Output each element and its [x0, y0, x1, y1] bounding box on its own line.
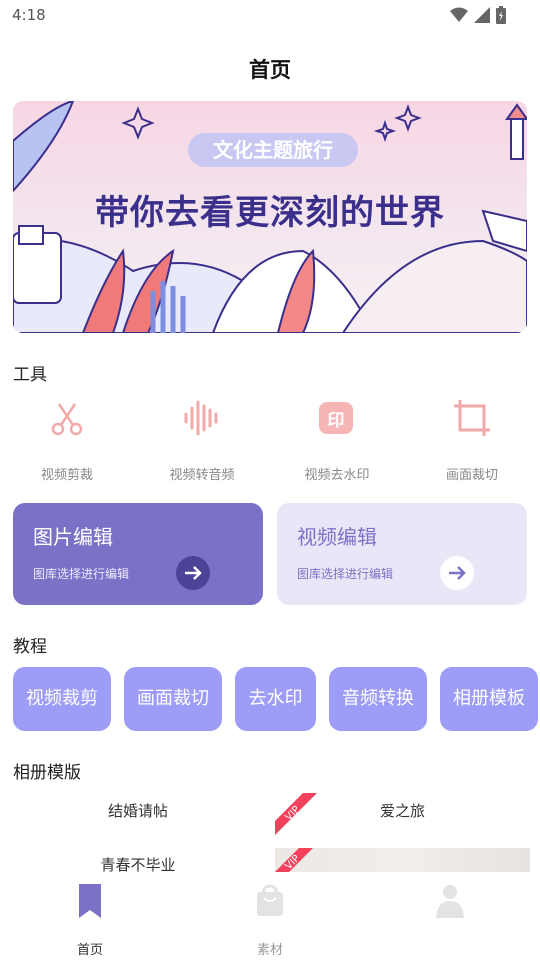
wifi-icon [450, 7, 468, 22]
tutorials-section-title: 教程 [13, 637, 47, 657]
person-icon [436, 885, 464, 918]
card-title: 视频编辑 [297, 525, 377, 549]
arrow-right-icon [449, 566, 466, 580]
nav-item-profile[interactable] [390, 872, 510, 939]
chip-album-template[interactable]: 相册模板 [440, 667, 538, 731]
status-bar: 4:18 [0, 0, 540, 32]
tool-video-to-audio[interactable]: 视频转音频 [137, 398, 267, 483]
chip-audio-convert[interactable]: 音频转换 [329, 667, 427, 731]
banner-pill: 文化主题旅行 [188, 133, 358, 167]
status-time: 4:18 [12, 6, 46, 24]
vip-badge: VIP [275, 793, 317, 835]
tool-video-trim[interactable]: 视频剪裁 [2, 398, 132, 483]
video-edit-card[interactable]: 视频编辑 图库选择进行编辑 [277, 503, 527, 605]
signal-icon [474, 7, 490, 23]
tools-grid: 视频剪裁 视频转音频 印 视频去水印 画面裁切 [0, 398, 540, 488]
arrow-right-icon [185, 566, 202, 580]
tools-section-title: 工具 [13, 365, 47, 385]
arrow-right-button[interactable] [440, 556, 474, 590]
tool-label: 视频剪裁 [40, 468, 93, 483]
card-subtitle: 图库选择进行编辑 [297, 567, 394, 581]
scissors-icon [51, 403, 83, 436]
chip-video-trim[interactable]: 视频裁剪 [13, 667, 111, 731]
card-title: 图片编辑 [33, 525, 113, 549]
battery-icon [496, 6, 506, 24]
status-icons [450, 6, 506, 24]
page-title: 首页 [249, 58, 291, 82]
tool-remove-watermark[interactable]: 印 视频去水印 [272, 398, 402, 483]
svg-text:印: 印 [328, 411, 345, 431]
vip-badge: VIP [275, 848, 313, 872]
banner-title: 带你去看更深刻的世界 [95, 193, 445, 233]
nav-label: 首页 [76, 943, 103, 958]
tool-label: 画面裁切 [445, 468, 498, 483]
nav-item-materials[interactable]: 素材 [210, 872, 330, 958]
card-subtitle: 图库选择进行编辑 [33, 567, 130, 581]
tool-label: 视频去水印 [304, 468, 370, 483]
chip-crop[interactable]: 画面裁切 [124, 667, 222, 731]
chip-watermark[interactable]: 去水印 [235, 667, 316, 731]
arrow-right-button[interactable] [176, 556, 210, 590]
tool-label: 视频转音频 [169, 468, 235, 483]
album-item[interactable]: 结婚请帖 [13, 800, 263, 821]
albums-section-title: 相册模版 [13, 763, 81, 783]
bag-icon [257, 884, 283, 916]
audio-wave-icon [184, 400, 218, 436]
watermark-icon: 印 [319, 402, 353, 434]
tutorial-chips: 视频裁剪 画面裁切 去水印 音频转换 相册模板 [13, 667, 540, 731]
bookmark-icon [79, 884, 101, 918]
nav-item-home[interactable]: 首页 [30, 872, 150, 958]
banner-carousel[interactable]: 文化主题旅行 带你去看更深刻的世界 [13, 101, 527, 333]
nav-label: 素材 [256, 943, 283, 958]
bottom-nav: 首页 素材 [0, 872, 540, 960]
image-edit-card[interactable]: 图片编辑 图库选择进行编辑 [13, 503, 263, 605]
tool-crop[interactable]: 画面裁切 [407, 398, 537, 483]
crop-icon [454, 400, 490, 436]
